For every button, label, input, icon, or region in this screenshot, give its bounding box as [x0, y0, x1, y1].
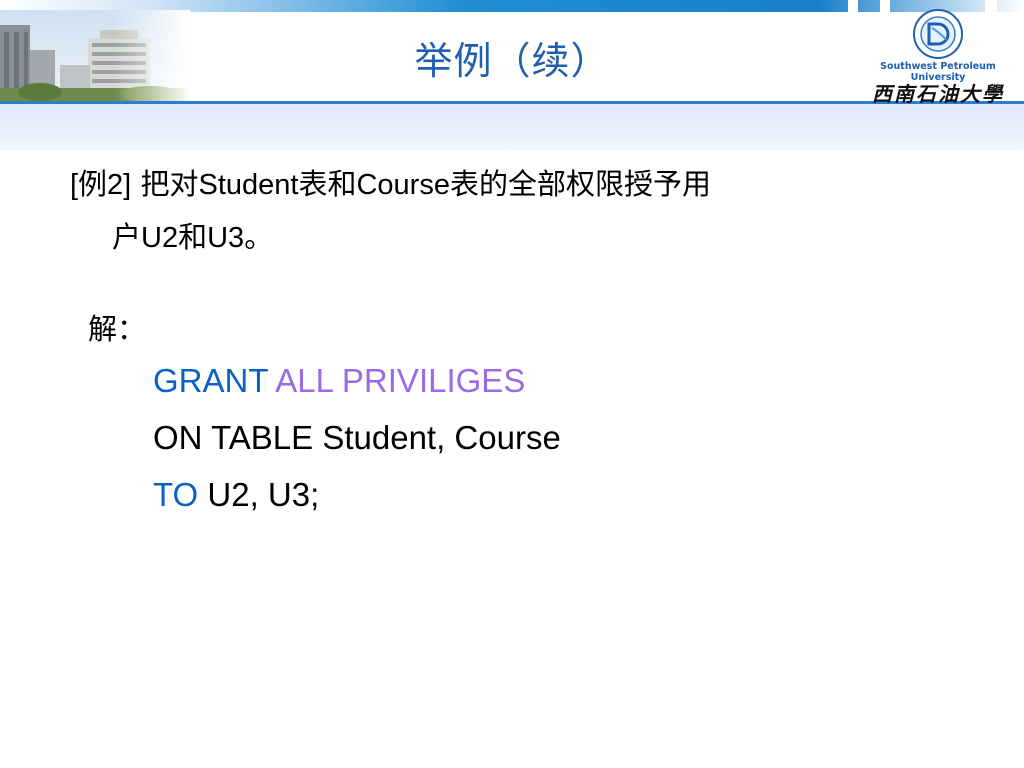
sql-privileges: ALL PRIVILIGES [275, 362, 526, 399]
example-user-u3: U3 [207, 222, 245, 254]
example-text: 表的全部权限授予用 [449, 167, 711, 201]
example-table-student: Student [198, 169, 299, 201]
example-text: 表和 [298, 167, 357, 201]
university-chinese-name: 西南石油大學 [872, 82, 1004, 106]
example-line-2: 户U2和U3。 [70, 211, 990, 264]
university-logo: Southwest Petroleum University 西南石油大學 [852, 8, 1024, 106]
sql-line-on-table: ON TABLE Student, Course [153, 419, 561, 456]
example-line-1: [例2] 把对Student表和Course表的全部权限授予用 [70, 158, 990, 211]
header-light-band [0, 104, 1024, 150]
example-number: [例2] [70, 169, 132, 201]
example-text: 。 [244, 220, 274, 254]
university-emblem-icon [913, 9, 963, 59]
sql-keyword-grant: GRANT [153, 362, 268, 399]
example-text: 户 [112, 220, 142, 254]
example-user-u2: U2 [141, 222, 179, 254]
solution-label: 解： [88, 312, 147, 346]
sql-keyword-to: TO [153, 476, 199, 513]
example-text: 把对 [140, 167, 199, 201]
example-text: 和 [178, 220, 208, 254]
example-table-course: Course [356, 169, 450, 201]
example-question: [例2] 把对Student表和Course表的全部权限授予用 户U2和U3。 [70, 158, 990, 264]
sql-line-grant: GRANT ALL PRIVILIGES [153, 362, 525, 400]
sql-users: U2, U3; [207, 476, 320, 513]
sql-line-to: TO U2, U3; [153, 476, 319, 514]
slide-header: 举例（续） Southwest Petroleum University 西南石… [0, 0, 1024, 150]
